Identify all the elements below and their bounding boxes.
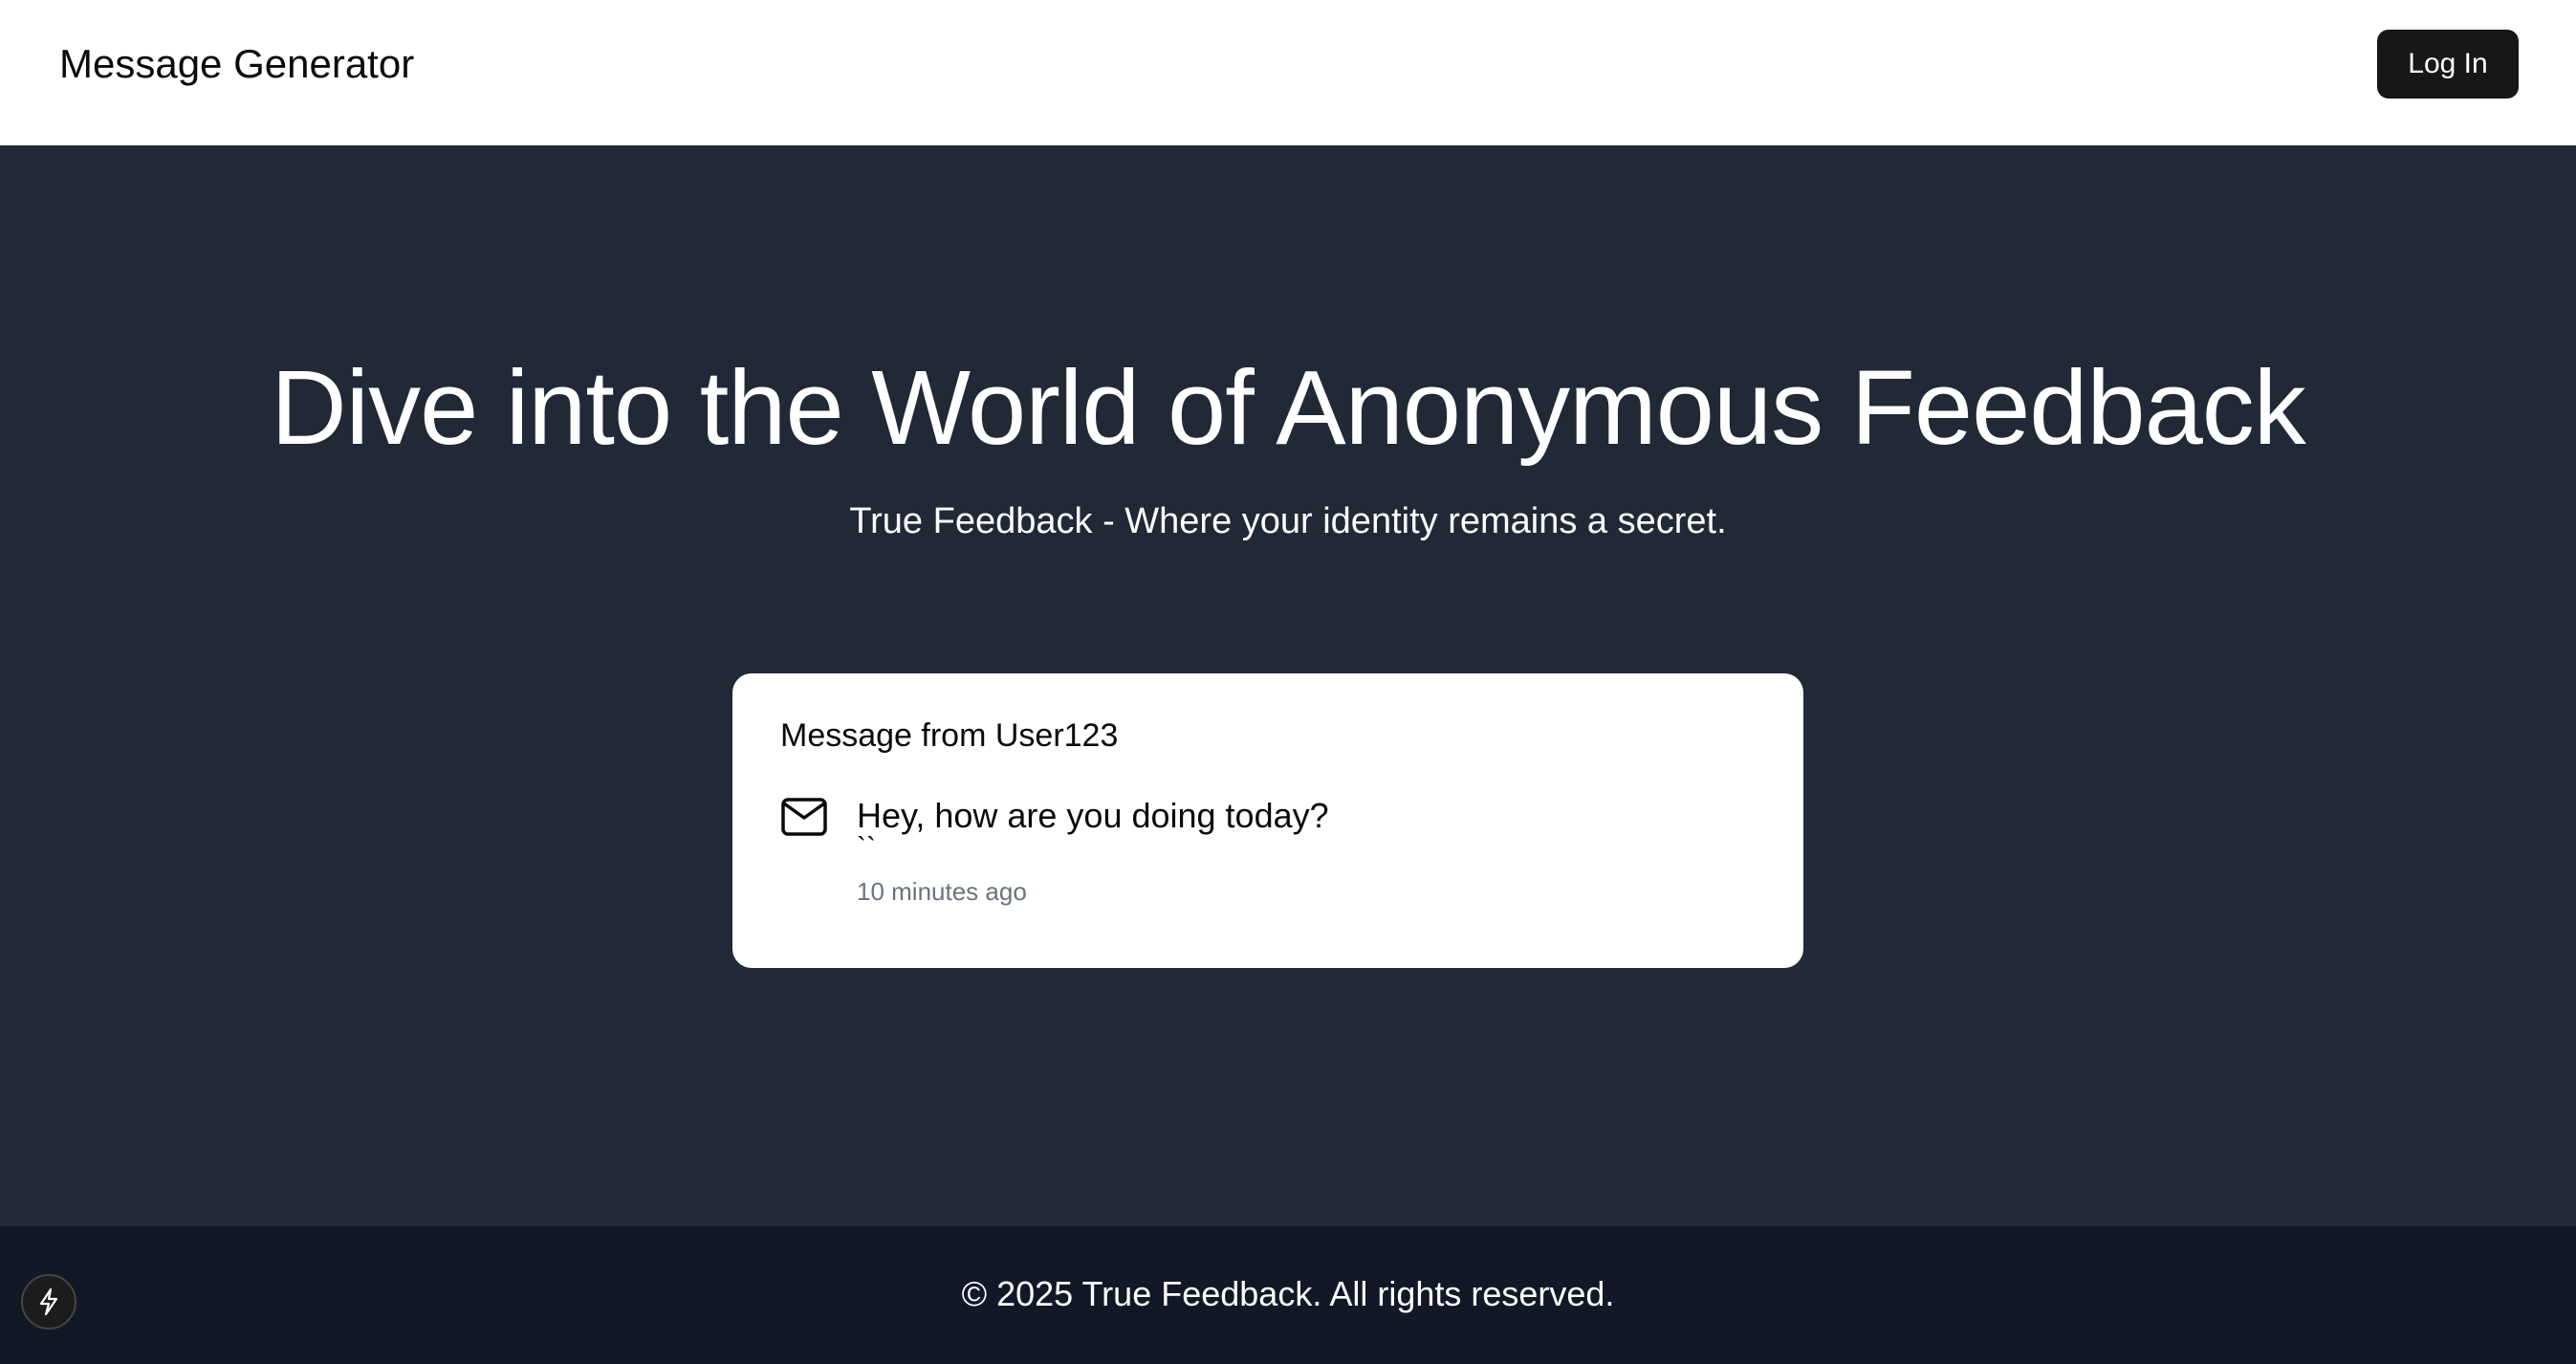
login-button[interactable]: Log In [2377, 30, 2519, 99]
page: Message Generator Log In Dive into the W… [0, 0, 2576, 1364]
hero-title: Dive into the World of Anonymous Feedbac… [271, 349, 2306, 467]
message-timestamp: 10 minutes ago [857, 876, 1027, 906]
message-text: Hey, how are you doing today? [857, 796, 1329, 835]
mail-icon [781, 798, 827, 836]
footer: © 2025 True Feedback. All rights reserve… [0, 1226, 2576, 1364]
message-body: Hey, how are you doing today? `` 10 minu… [857, 797, 1329, 907]
footer-copyright: © 2025 True Feedback. All rights reserve… [961, 1274, 1615, 1313]
message-card: Message from User123 Hey, how are you do… [732, 673, 1803, 968]
hero-subtitle: True Feedback - Where your identity rema… [849, 501, 1727, 541]
main-content: Dive into the World of Anonymous Feedbac… [0, 145, 2576, 1226]
message-row: Hey, how are you doing today? `` 10 minu… [780, 797, 1756, 907]
brand-title[interactable]: Message Generator [59, 41, 414, 87]
top-navbar: Message Generator Log In [0, 0, 2576, 145]
message-card-title: Message from User123 [780, 717, 1119, 754]
message-extra-text: `` [857, 834, 876, 858]
